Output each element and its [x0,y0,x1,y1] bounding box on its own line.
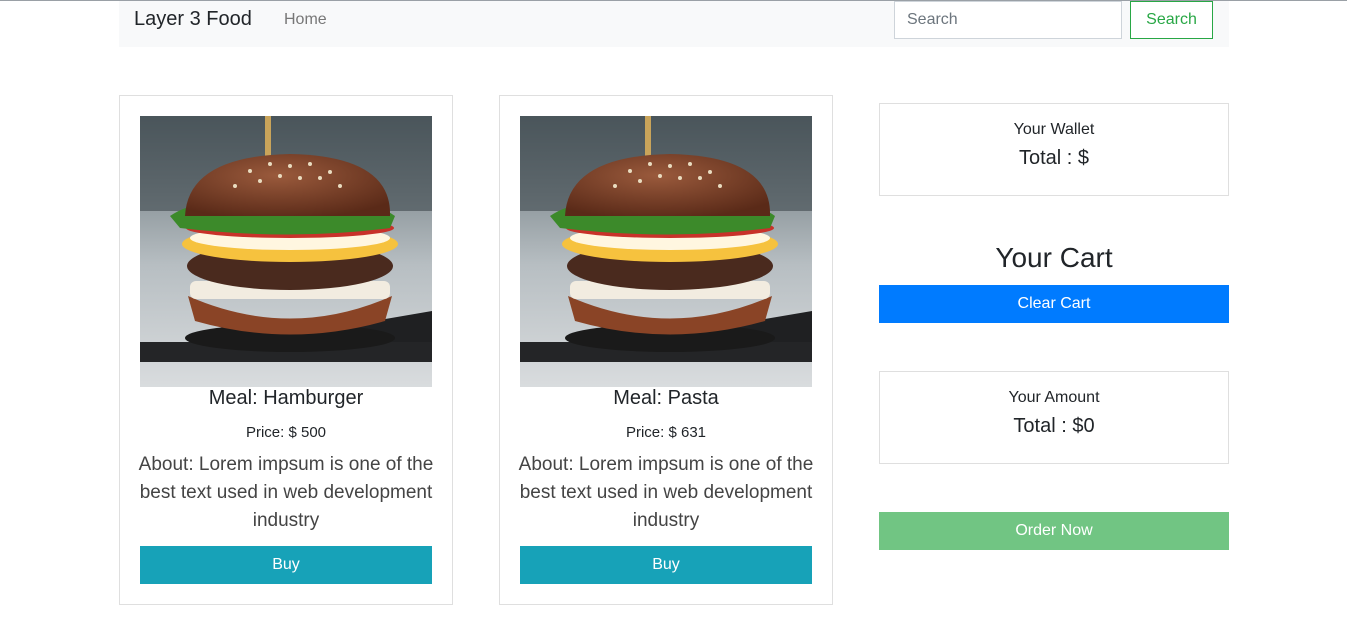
meal-name: Meal: Hamburger [208,387,364,409]
order-now-button[interactable]: Order Now [879,512,1229,550]
search-input[interactable] [894,1,1122,39]
brand-logo[interactable]: Layer 3 Food [134,8,252,31]
meal-name: Meal: Pasta [613,387,719,409]
wallet-title: Your Wallet [1013,121,1095,138]
cart-title: Your Cart [995,242,1113,273]
meal-price: Price: $ 631 [625,424,707,441]
amount-panel: Your Amount Total : $0 [879,371,1229,464]
amount-title: Your Amount [1008,389,1100,406]
clear-cart-button[interactable]: Clear Cart [879,285,1229,323]
meal-price: Price: $ 500 [245,424,327,441]
buy-button[interactable]: Buy [520,546,812,584]
meal-about: About: Lorem impsum is one of the best t… [518,454,814,531]
product-card: Meal: Pasta Price: $ 631 About: Lorem im… [499,95,833,605]
wallet-total: Total : $ [1018,147,1090,169]
hamburger-photo-icon [520,116,812,387]
amount-total: Total : $0 [1013,415,1095,437]
meal-about: About: Lorem impsum is one of the best t… [138,454,434,531]
product-card: Meal: Hamburger Price: $ 500 About: Lore… [119,95,453,605]
hamburger-photo-icon [140,116,432,387]
search-button[interactable]: Search [1130,1,1213,39]
buy-button[interactable]: Buy [140,546,432,584]
wallet-panel: Your Wallet Total : $ [879,103,1229,196]
nav-link-home[interactable]: Home [284,11,327,29]
navbar: Layer 3 Food Home Search [119,1,1229,47]
